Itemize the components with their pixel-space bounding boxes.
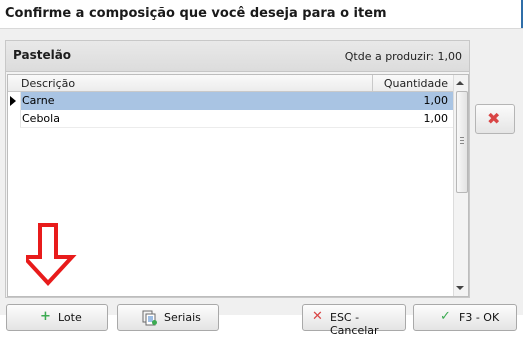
check-icon: ✓: [440, 309, 451, 324]
row-indicator: [8, 92, 21, 110]
close-icon: ✕: [312, 309, 323, 324]
dialog-titlebar: Confirme a composição que você deseja pa…: [0, 0, 523, 28]
vertical-scrollbar[interactable]: [453, 75, 468, 296]
cell-quantidade[interactable]: 1,00: [373, 110, 454, 128]
table-row[interactable]: Cebola 1,00: [8, 110, 454, 128]
qty-to-produce: Qtde a produzir: 1,00: [344, 50, 462, 63]
column-header-descricao[interactable]: Descrição: [21, 77, 75, 90]
dialog-title: Confirme a composição que você deseja pa…: [5, 6, 387, 21]
row-indicator: [8, 110, 21, 128]
item-header: Pastelão Qtde a produzir: 1,00: [6, 41, 469, 72]
cell-descricao[interactable]: Cebola: [21, 110, 373, 128]
dialog-body: Pastelão Qtde a produzir: 1,00 Descrição…: [0, 28, 523, 337]
cancel-button-label: ESC - Cancelar: [330, 311, 379, 337]
ok-button[interactable]: ✓ F3 - OK: [413, 304, 517, 331]
column-header-quantidade[interactable]: Quantidade: [384, 77, 448, 90]
scrollbar-thumb[interactable]: [456, 91, 468, 193]
thumb-grip: [460, 143, 464, 144]
seriais-button-label: Seriais: [164, 311, 201, 324]
seriais-button[interactable]: Seriais: [117, 304, 219, 331]
red-arrow-annotation-icon: [26, 223, 77, 286]
serial-list-icon: [142, 310, 157, 326]
cell-descricao[interactable]: Carne: [21, 92, 373, 110]
ok-button-label: F3 - OK: [459, 311, 500, 324]
column-separator: [372, 75, 373, 91]
table-row[interactable]: Carne 1,00: [8, 92, 454, 110]
close-icon: ✖: [487, 109, 501, 128]
grid-header: Descrição Quantidade: [8, 75, 454, 92]
thumb-grip: [460, 137, 464, 138]
row-divider: [20, 127, 454, 128]
cancel-button[interactable]: ✕ ESC - Cancelar: [302, 304, 406, 337]
thumb-grip: [460, 140, 464, 141]
lote-button-label: Lote: [58, 311, 82, 324]
item-name: Pastelão: [13, 48, 72, 62]
scroll-down-icon[interactable]: [456, 286, 464, 290]
scroll-up-icon[interactable]: [456, 81, 464, 85]
current-row-pointer-icon: [10, 96, 16, 106]
lote-button[interactable]: + Lote: [6, 304, 108, 331]
cell-quantidade[interactable]: 1,00: [373, 92, 454, 110]
plus-icon: +: [40, 309, 51, 324]
remove-item-button[interactable]: ✖: [475, 104, 515, 134]
